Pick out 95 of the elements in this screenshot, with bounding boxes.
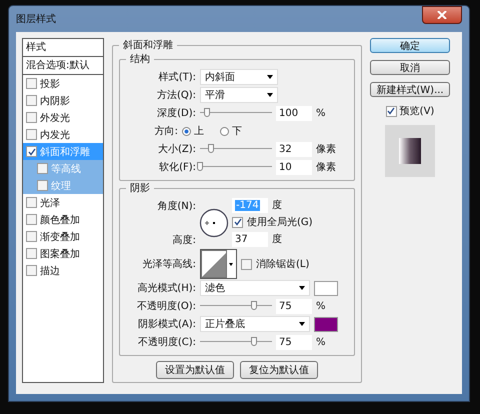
checkbox[interactable] xyxy=(26,214,37,225)
unit-label: % xyxy=(316,108,326,118)
list-item[interactable]: 混合选项:默认 xyxy=(23,57,103,75)
value-field[interactable]: 32 xyxy=(276,142,312,156)
unit-label: 度 xyxy=(272,232,282,246)
slider-thumb[interactable] xyxy=(197,162,203,171)
radio-button[interactable] xyxy=(220,126,229,136)
radio-option[interactable]: 上 xyxy=(182,124,204,138)
caret-icon xyxy=(299,322,305,326)
field-label: 软化(F): xyxy=(158,161,196,174)
field-label: 光泽等高线: xyxy=(142,258,196,271)
checkbox[interactable] xyxy=(37,180,48,191)
checkbox[interactable] xyxy=(26,112,37,123)
value-field[interactable]: 75 xyxy=(276,298,312,314)
checkbox[interactable] xyxy=(26,197,37,208)
list-item[interactable]: 外发光 xyxy=(23,109,103,126)
value-field[interactable]: 100 xyxy=(276,106,312,120)
slider-thumb[interactable] xyxy=(208,144,214,153)
field-label: 大小(Z): xyxy=(156,142,196,156)
group-title: 斜面和浮雕 xyxy=(122,38,174,52)
slider-thumb[interactable] xyxy=(204,108,210,117)
slider-track[interactable] xyxy=(200,162,272,172)
radio-button[interactable] xyxy=(182,126,191,136)
slider-track[interactable] xyxy=(200,301,272,311)
checkbox[interactable] xyxy=(37,163,48,174)
radio-option[interactable]: 下 xyxy=(220,124,242,138)
list-item[interactable]: 渐变叠加 xyxy=(23,228,103,245)
group-title: 结构 xyxy=(129,52,151,66)
caret-icon xyxy=(229,262,233,266)
slider-track[interactable] xyxy=(200,144,272,154)
field-label: 不透明度(O): xyxy=(136,300,196,313)
checkbox[interactable] xyxy=(26,95,37,106)
style-dropdown[interactable]: 内斜面 xyxy=(200,69,278,85)
list-item[interactable]: 描边 xyxy=(23,262,103,279)
checkbox[interactable] xyxy=(386,106,397,116)
list-item[interactable]: 内阴影 xyxy=(23,92,103,109)
caret-icon xyxy=(267,93,273,97)
checkbox[interactable] xyxy=(26,129,37,140)
checkbox[interactable] xyxy=(26,231,37,242)
field-label: 高光模式(H): xyxy=(136,282,196,295)
slider-thumb[interactable] xyxy=(251,301,257,310)
blend-mode-dropdown[interactable]: 滤色 xyxy=(200,280,310,296)
angle-dial-icon[interactable] xyxy=(199,208,229,238)
group-title: 阴影 xyxy=(129,182,151,195)
checkbox[interactable] xyxy=(26,248,37,259)
unit-label: 像素 xyxy=(316,160,336,174)
field-label: 样式(T): xyxy=(158,70,196,84)
color-swatch[interactable] xyxy=(314,316,338,332)
field-label: 阴影模式(A): xyxy=(136,318,196,331)
close-button[interactable] xyxy=(422,6,462,24)
caret-icon xyxy=(267,75,273,79)
slider-thumb[interactable] xyxy=(251,337,257,346)
contour-picker[interactable] xyxy=(200,249,237,279)
slider-track[interactable] xyxy=(200,337,272,347)
unit-label: % xyxy=(316,336,326,348)
checkbox-label: 消除锯齿(L) xyxy=(256,258,310,271)
field-label: 角度(N): xyxy=(156,200,196,213)
list-item[interactable]: 内发光 xyxy=(23,126,103,143)
list-header[interactable]: 样式 xyxy=(23,39,103,57)
field-label: 深度(D): xyxy=(156,106,196,120)
checkbox-label: 预览(V) xyxy=(400,105,434,118)
default-button[interactable]: 设置为默认值 xyxy=(156,361,234,379)
checkbox[interactable] xyxy=(232,216,243,228)
altitude-field[interactable]: 37 xyxy=(232,232,268,246)
list-item[interactable]: 光泽 xyxy=(23,194,103,211)
field-label: 不透明度(C): xyxy=(136,336,196,349)
dialog-button[interactable]: 取消 xyxy=(370,60,450,75)
checkbox[interactable] xyxy=(26,78,37,89)
close-icon xyxy=(437,11,447,19)
field-label: 方向: xyxy=(154,124,178,138)
slider-track[interactable] xyxy=(200,108,272,118)
blend-mode-dropdown[interactable]: 正片叠底 xyxy=(200,316,310,332)
dialog-button[interactable]: 确定 xyxy=(370,38,450,53)
checkbox[interactable] xyxy=(241,258,252,270)
unit-label: 度 xyxy=(272,198,282,212)
list-item[interactable]: 投影 xyxy=(23,75,103,92)
color-swatch[interactable] xyxy=(314,280,338,296)
window-title: 图层样式 xyxy=(16,12,56,26)
caret-icon xyxy=(299,286,305,290)
list-item[interactable]: 图案叠加 xyxy=(23,245,103,262)
field-label: 方法(Q): xyxy=(156,88,196,102)
unit-label: 像素 xyxy=(316,142,336,156)
checkbox[interactable] xyxy=(26,146,37,157)
field-label: 高度: xyxy=(172,234,196,247)
list-item[interactable]: 颜色叠加 xyxy=(23,211,103,228)
contour-icon xyxy=(201,250,227,278)
value-field[interactable]: 75 xyxy=(276,334,312,350)
default-button[interactable]: 复位为默认值 xyxy=(240,361,318,379)
preview-swatch xyxy=(399,138,421,164)
unit-label: % xyxy=(316,300,326,312)
value-field[interactable]: 10 xyxy=(276,160,312,174)
checkbox-label: 使用全局光(G) xyxy=(247,216,313,229)
technique-dropdown[interactable]: 平滑 xyxy=(200,87,278,103)
checkbox[interactable] xyxy=(26,265,37,276)
dialog-button[interactable]: 新建样式(W)... xyxy=(370,82,450,97)
